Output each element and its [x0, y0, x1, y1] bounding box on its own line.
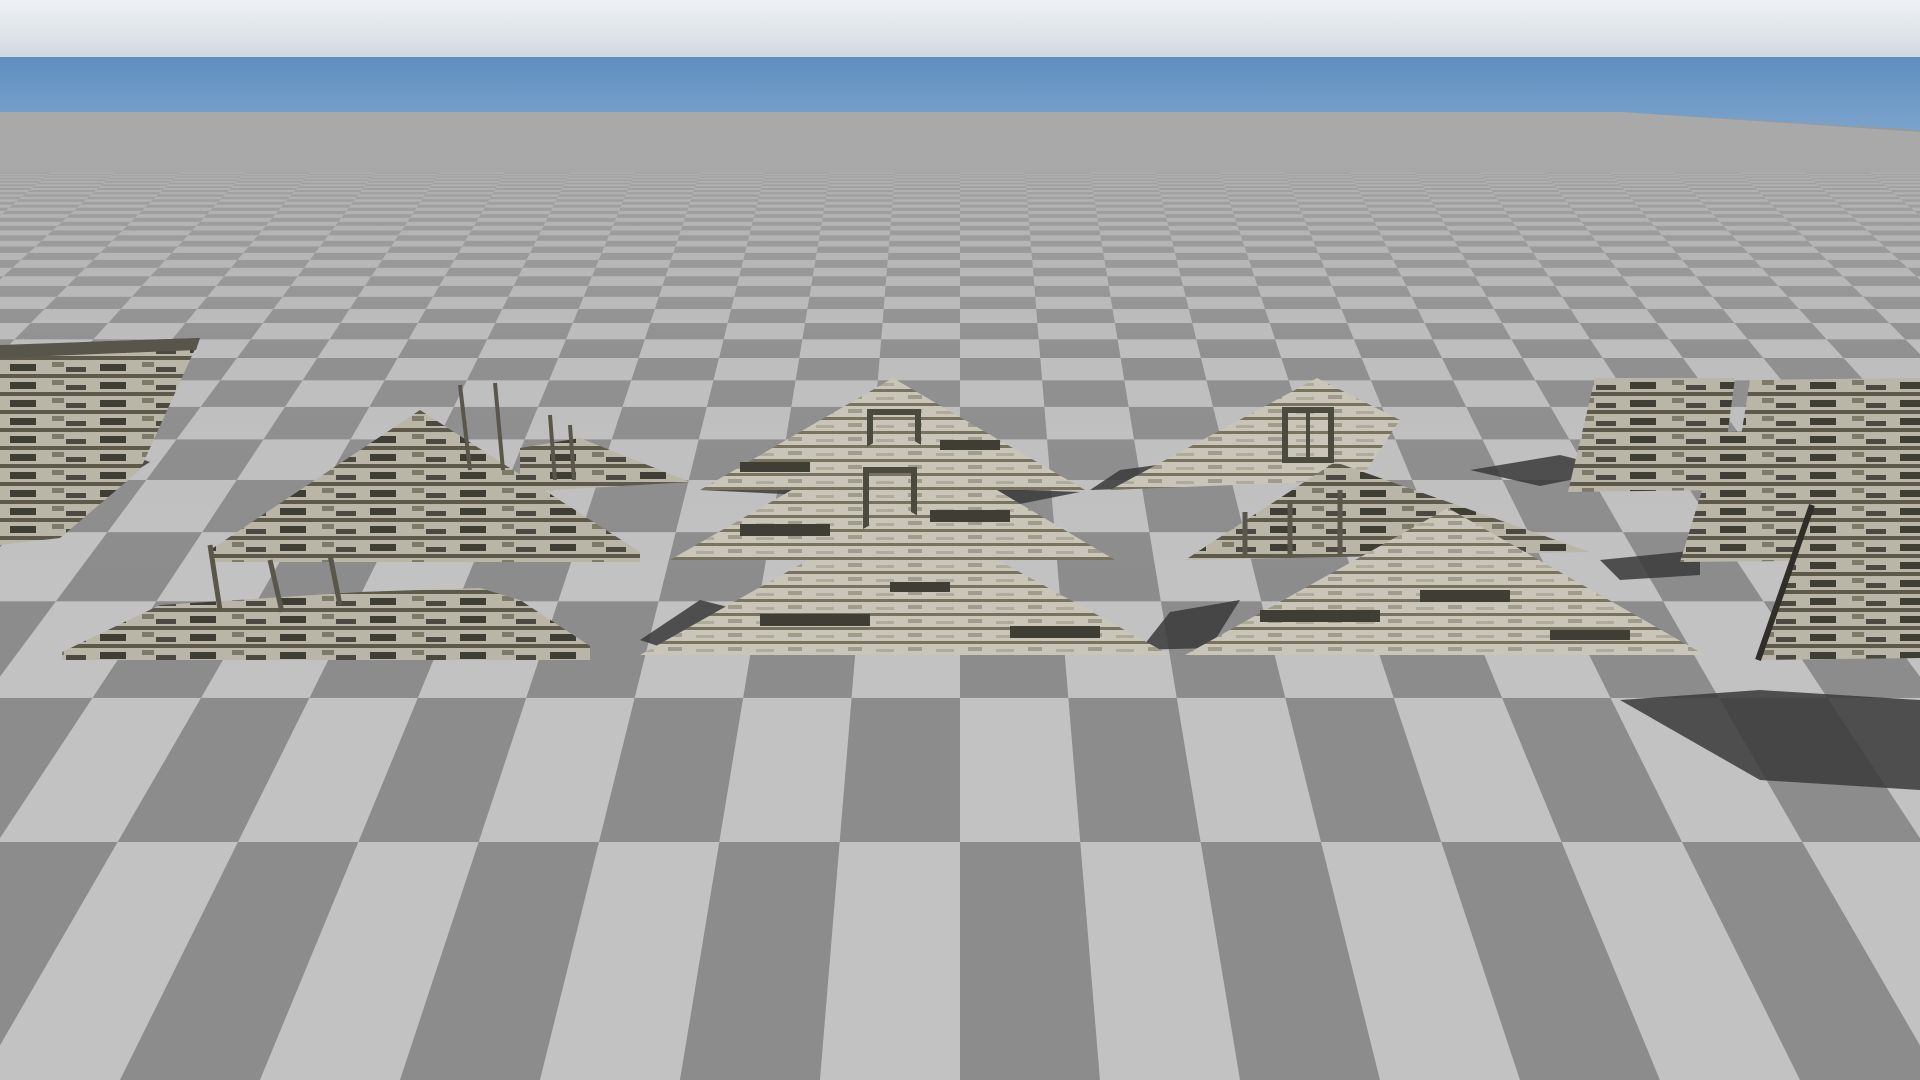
floor-tile — [839, 697, 960, 842]
level-viewport[interactable] — [0, 0, 1920, 1080]
floor-tile — [960, 842, 1100, 1080]
floor-tile — [820, 842, 960, 1080]
floor-tile — [960, 697, 1081, 842]
sky — [0, 0, 1920, 60]
scene-render[interactable] — [0, 0, 1920, 1080]
